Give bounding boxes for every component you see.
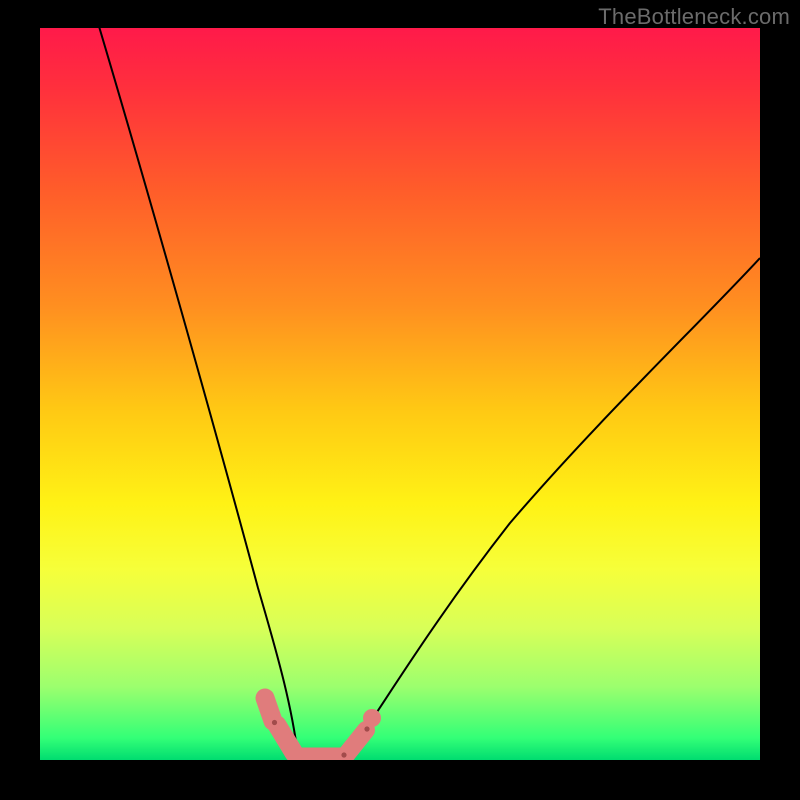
marker-right-dot-1 (341, 752, 346, 757)
plot-area (40, 28, 760, 760)
curve-left (98, 28, 298, 756)
markers-right (341, 710, 380, 758)
curve-right (346, 258, 760, 756)
chart-frame: TheBottleneck.com (0, 0, 800, 800)
marker-right-dot-2 (364, 726, 369, 731)
marker-left-dot-1 (272, 720, 277, 725)
marker-right-seg-1 (346, 730, 366, 755)
chart-svg (40, 28, 760, 760)
marker-left-seg-2 (277, 725, 294, 753)
marker-right-dot-cap (364, 710, 381, 727)
watermark-text: TheBottleneck.com (598, 4, 790, 30)
